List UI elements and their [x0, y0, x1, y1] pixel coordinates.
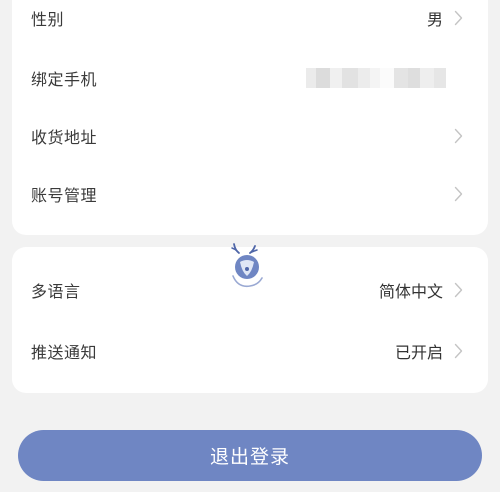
push-notification-label: 推送通知	[31, 343, 98, 362]
account-management-label: 账号管理	[31, 186, 98, 205]
language-label: 多语言	[31, 282, 81, 301]
chevron-right-icon	[450, 282, 466, 298]
language-value: 简体中文	[378, 282, 443, 301]
account-management-row[interactable]: 账号管理	[12, 174, 488, 214]
shipping-address-row[interactable]: 收货地址	[12, 116, 488, 156]
gender-value: 男	[426, 10, 443, 29]
chevron-right-icon	[450, 128, 466, 144]
push-notification-value: 已开启	[394, 343, 443, 362]
logout-button[interactable]: 退出登录	[18, 430, 482, 481]
shipping-address-label: 收货地址	[31, 128, 98, 147]
bound-phone-row[interactable]: 绑定手机	[12, 58, 488, 98]
bound-phone-label: 绑定手机	[31, 70, 98, 89]
gender-label: 性别	[31, 10, 65, 29]
push-notification-row[interactable]: 推送通知 已开启	[12, 331, 488, 371]
chevron-right-icon	[450, 343, 466, 359]
gender-row[interactable]: 性别 男	[12, 0, 488, 38]
profile-card: 性别 男 绑定手机 收货地址 账号管理	[12, 0, 488, 235]
chevron-right-icon	[450, 186, 466, 202]
phone-number-blurred	[306, 68, 446, 88]
chevron-right-icon	[450, 10, 466, 26]
deer-loading-icon	[228, 240, 268, 292]
